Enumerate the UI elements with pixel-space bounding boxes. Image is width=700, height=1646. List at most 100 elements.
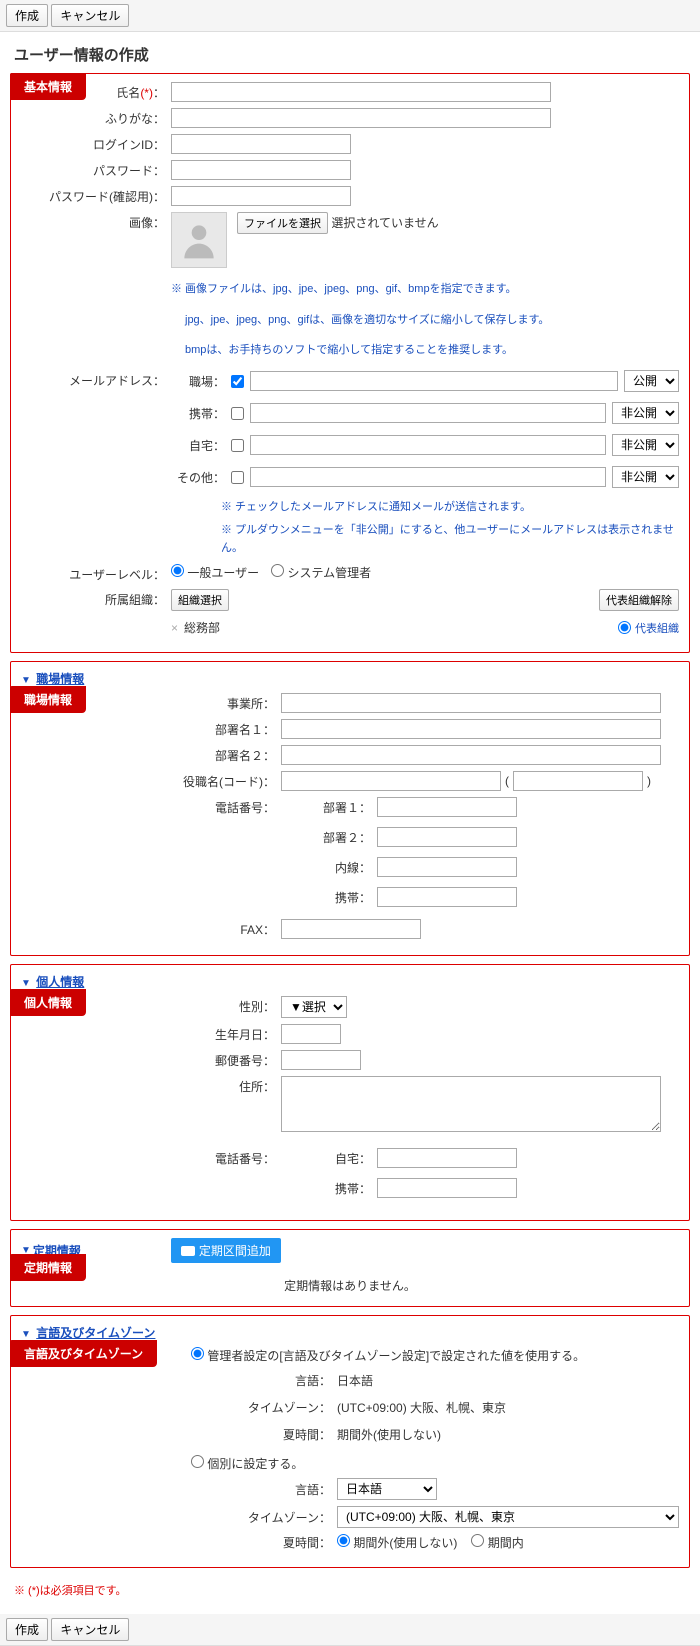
file-none-text: 選択されていません	[331, 216, 438, 230]
ptel-home-input[interactable]	[377, 1148, 517, 1168]
gender-label: 性別：	[131, 996, 281, 1015]
dept2-label: 部署名２：	[131, 745, 281, 764]
section-title-personal: 個人情報	[10, 989, 86, 1016]
dst-on-radio[interactable]	[471, 1534, 484, 1547]
locale-link[interactable]: 言語及びタイムゾーン	[36, 1326, 155, 1340]
org-select-button[interactable]: 組織選択	[171, 589, 229, 611]
tel-label: 電話番号：	[131, 797, 281, 816]
fax-input[interactable]	[281, 919, 421, 939]
mail-mobile-checkbox[interactable]	[231, 407, 244, 420]
login-input[interactable]	[171, 134, 351, 154]
locale-indiv-radio-label[interactable]: 個別に設定する。	[191, 1457, 303, 1471]
mail-work-visibility[interactable]: 公開	[624, 370, 679, 392]
dst-label: 夏時間：	[241, 1426, 331, 1443]
furigana-label: ふりがな：	[21, 108, 171, 127]
mail-note2: ※ プルダウンメニューを「非公開」にすると、他ユーザーにメールアドレスは表示され…	[221, 521, 679, 558]
cancel-button-bottom[interactable]: キャンセル	[51, 1618, 129, 1641]
tel-mobile-input[interactable]	[377, 887, 517, 907]
remove-org-icon[interactable]: ×	[171, 621, 178, 635]
mail-mobile-visibility[interactable]: 非公開	[612, 402, 679, 424]
dept1-label: 部署名１：	[131, 719, 281, 738]
avatar-placeholder	[171, 212, 227, 268]
addr-label: 住所：	[131, 1076, 281, 1095]
office-input[interactable]	[281, 693, 661, 713]
birth-input[interactable]	[281, 1024, 341, 1044]
gender-select[interactable]: ▼選択	[281, 996, 347, 1018]
tz-select[interactable]: (UTC+09:00) 大阪、札幌、東京	[337, 1506, 679, 1528]
zip-label: 郵便番号：	[131, 1050, 281, 1069]
ptel-mobile-label: 携帯：	[311, 1180, 371, 1197]
section-personal: ▼ 個人情報 個人情報 性別：▼選択 生年月日： 郵便番号： 住所： 電話番号：…	[10, 964, 690, 1221]
collapse-icon[interactable]: ▼	[21, 978, 31, 989]
level-admin-radio-label[interactable]: システム管理者	[271, 564, 371, 581]
lang-value: 日本語	[337, 1370, 373, 1391]
tz-label: タイムゾーン：	[241, 1399, 331, 1416]
mail-work-input[interactable]	[250, 371, 618, 391]
org-label: 所属組織：	[21, 589, 171, 608]
section-teiki: ▼ 定期情報 定期区間追加 定期情報 定期情報はありません。	[10, 1229, 690, 1307]
password-confirm-input[interactable]	[171, 186, 351, 206]
create-button[interactable]: 作成	[6, 4, 48, 27]
ptel-mobile-input[interactable]	[377, 1178, 517, 1198]
section-work: ▼ 職場情報 職場情報 事業所： 部署名１： 部署名２： 役職名(コード)： (…	[10, 661, 690, 956]
teiki-none: 定期情報はありません。	[21, 1269, 679, 1296]
tel-dept2-input[interactable]	[377, 827, 517, 847]
ptel-label: 電話番号：	[131, 1148, 281, 1167]
password-input[interactable]	[171, 160, 351, 180]
lang-select[interactable]: 日本語	[337, 1478, 437, 1500]
password-confirm-label: パスワード(確認用)：	[21, 186, 171, 205]
tel-dept1-input[interactable]	[377, 797, 517, 817]
mail-mobile-input[interactable]	[250, 403, 606, 423]
mail-home-label: 自宅：	[171, 437, 225, 454]
dst-on-radio-label[interactable]: 期間内	[471, 1534, 523, 1551]
mail-mobile-label: 携帯：	[171, 405, 225, 422]
collapse-icon[interactable]: ▼	[21, 1329, 31, 1340]
create-button-bottom[interactable]: 作成	[6, 1618, 48, 1641]
section-title-teiki: 定期情報	[10, 1254, 86, 1281]
locale-admin-radio[interactable]	[191, 1347, 204, 1360]
position-label: 役職名(コード)：	[131, 771, 281, 790]
name-input[interactable]	[171, 82, 551, 102]
personal-link[interactable]: 個人情報	[36, 975, 84, 989]
level-normal-radio[interactable]	[171, 564, 184, 577]
work-link[interactable]: 職場情報	[36, 672, 84, 686]
tz-label2: タイムゾーン：	[241, 1509, 331, 1526]
mail-work-checkbox[interactable]	[231, 375, 244, 388]
file-select-button[interactable]: ファイルを選択	[237, 212, 328, 234]
org-name: 総務部	[184, 619, 220, 636]
addr-input[interactable]	[281, 1076, 661, 1132]
position-code-input[interactable]	[513, 771, 643, 791]
birth-label: 生年月日：	[131, 1024, 281, 1043]
tel-ext-input[interactable]	[377, 857, 517, 877]
fax-label: FAX：	[131, 919, 281, 938]
position-input[interactable]	[281, 771, 501, 791]
section-title-work: 職場情報	[10, 686, 86, 713]
mail-home-visibility[interactable]: 非公開	[612, 434, 679, 456]
mail-other-visibility[interactable]: 非公開	[612, 466, 679, 488]
section-title-basic: 基本情報	[10, 73, 86, 100]
cancel-button[interactable]: キャンセル	[51, 4, 129, 27]
rep-org-radio[interactable]	[618, 621, 631, 634]
image-note2: jpg、jpe、jpeg、png、gifは、画像を適切なサイズに縮小して保存しま…	[185, 311, 549, 330]
furigana-input[interactable]	[171, 108, 551, 128]
mail-home-checkbox[interactable]	[231, 439, 244, 452]
collapse-icon[interactable]: ▼	[21, 675, 31, 686]
level-admin-radio[interactable]	[271, 564, 284, 577]
dst-off-radio[interactable]	[337, 1534, 350, 1547]
section-title-locale: 言語及びタイムゾーン	[10, 1340, 157, 1367]
rep-release-button[interactable]: 代表組織解除	[599, 589, 679, 611]
password-label: パスワード：	[21, 160, 171, 179]
tz-value: (UTC+09:00) 大阪、札幌、東京	[337, 1397, 506, 1418]
locale-admin-radio-label[interactable]: 管理者設定の[言語及びタイムゾーン設定]で設定された値を使用する。	[191, 1349, 585, 1363]
dept1-input[interactable]	[281, 719, 661, 739]
dst-off-radio-label[interactable]: 期間外(使用しない)	[337, 1534, 457, 1551]
add-teiki-button[interactable]: 定期区間追加	[171, 1238, 281, 1263]
mail-home-input[interactable]	[250, 435, 606, 455]
mail-other-input[interactable]	[250, 467, 606, 487]
locale-indiv-radio[interactable]	[191, 1455, 204, 1468]
dept2-input[interactable]	[281, 745, 661, 765]
image-label: 画像：	[21, 212, 171, 231]
level-normal-radio-label[interactable]: 一般ユーザー	[171, 564, 259, 581]
zip-input[interactable]	[281, 1050, 361, 1070]
mail-other-checkbox[interactable]	[231, 471, 244, 484]
